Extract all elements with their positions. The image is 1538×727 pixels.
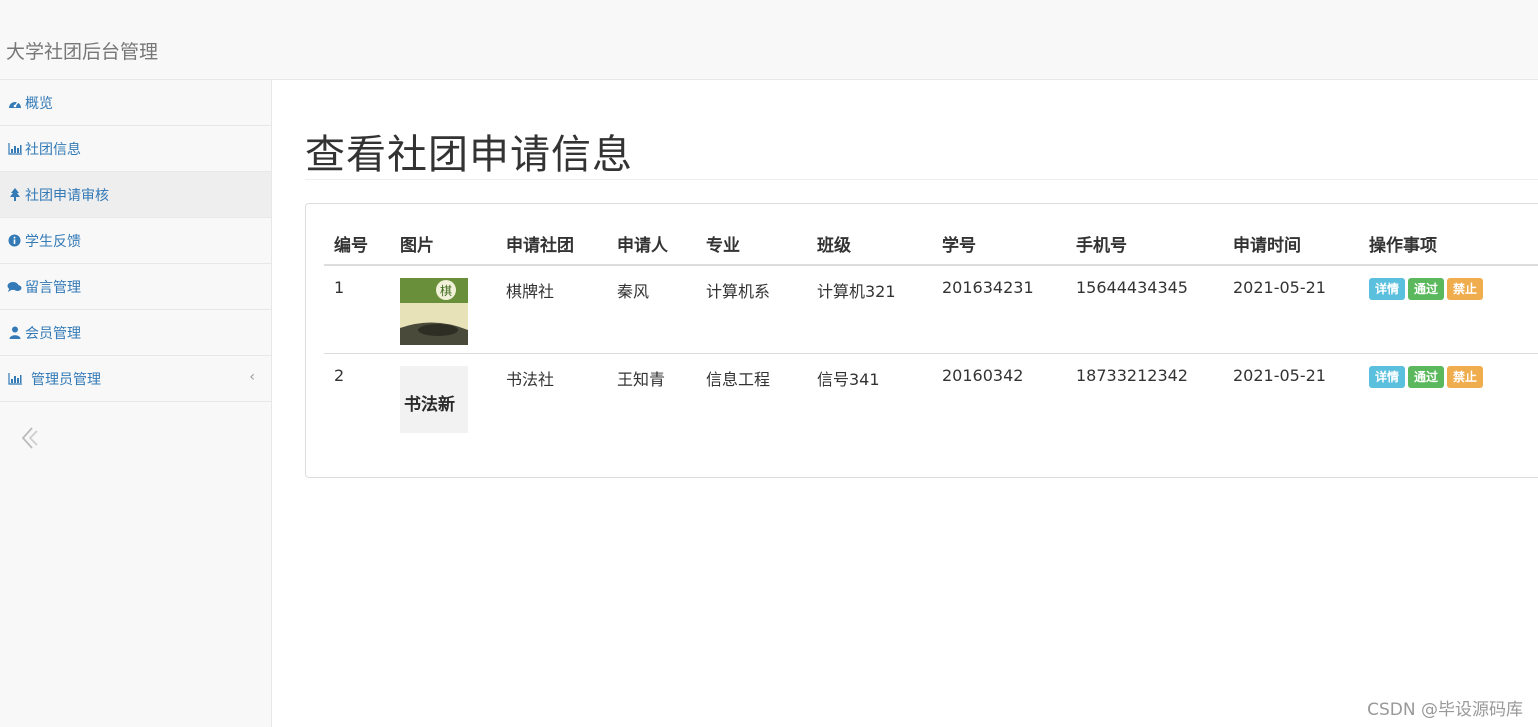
calligraphy-club-thumbnail[interactable]: 书法新 <box>400 366 468 433</box>
cell-class: 信号341 <box>817 370 880 389</box>
cell-phone: 18733212342 <box>1076 366 1188 385</box>
ban-button[interactable]: 禁止 <box>1447 278 1484 300</box>
cell-actions: 详情 通过 禁止 <box>1359 265 1538 354</box>
sidebar-item-member-management[interactable]: 会员管理 <box>0 310 271 356</box>
sidebar-item-label: 社团申请审核 <box>25 187 109 204</box>
cell-date: 2021-05-21 <box>1223 265 1359 354</box>
column-header-student-no: 学号 <box>932 222 1066 266</box>
svg-text:棋: 棋 <box>440 284 452 298</box>
approve-button[interactable]: 通过 <box>1408 278 1445 300</box>
cell-student-no: 20160342 <box>942 366 1024 385</box>
sidebar-item-student-feedback[interactable]: 学生反馈 <box>0 218 271 264</box>
comments-icon <box>7 280 22 294</box>
title-divider <box>305 179 1538 180</box>
table-row: 1 棋 棋牌社 秦风 计算机系 计算机321 201634231 1564443… <box>324 265 1538 354</box>
collapse-sidebar-icon[interactable] <box>18 424 44 452</box>
sidebar-item-club-info[interactable]: 社团信息 <box>0 126 271 172</box>
cell-id: 2 <box>334 366 345 385</box>
app-brand[interactable]: 大学社团后台管理 <box>6 37 158 64</box>
table-row: 2 书法新 书法社 王知青 信息工程 信号341 20160342 187332… <box>324 354 1538 442</box>
cell-student-no: 201634231 <box>932 265 1066 354</box>
cell-image: 书法新 <box>390 354 496 442</box>
column-header-actions: 操作事项 <box>1359 222 1538 266</box>
column-header-applicant: 申请人 <box>607 222 696 266</box>
chess-club-thumbnail[interactable]: 棋 <box>400 278 468 345</box>
applications-table: 编号 图片 申请社团 申请人 专业 班级 学号 手机号 申请时间 操作事项 1 <box>324 222 1538 441</box>
cell-actions: 详情 通过 禁止 <box>1359 354 1538 442</box>
bar-chart-icon <box>7 372 22 386</box>
sidebar-item-label: 概览 <box>25 95 53 112</box>
sidebar-item-overview[interactable]: 概览 <box>0 80 271 126</box>
detail-button[interactable]: 详情 <box>1369 278 1406 300</box>
cell-major: 信息工程 <box>706 370 771 389</box>
detail-button[interactable]: 详情 <box>1369 366 1406 388</box>
sidebar-item-club-application-review[interactable]: 社团申请审核 <box>0 172 271 218</box>
svg-text:书法新: 书法新 <box>404 394 455 415</box>
cell-club: 棋牌社 <box>496 265 607 354</box>
watermark: CSDN @毕设源码库 <box>1367 700 1523 720</box>
dashboard-icon <box>7 96 22 110</box>
cell-applicant: 秦风 <box>607 265 696 354</box>
sidebar-item-label: 留言管理 <box>25 279 81 296</box>
table-header-row: 编号 图片 申请社团 申请人 专业 班级 学号 手机号 申请时间 操作事项 <box>324 222 1538 266</box>
bar-chart-icon <box>7 142 22 156</box>
cell-major: 计算机系 <box>696 265 807 354</box>
tree-icon <box>7 187 22 202</box>
column-header-club: 申请社团 <box>496 222 607 266</box>
sidebar-item-admin-management[interactable]: 管理员管理 ‹ <box>0 356 271 402</box>
cell-phone: 15644434345 <box>1066 265 1223 354</box>
sidebar-item-label: 学生反馈 <box>25 233 81 250</box>
user-icon <box>7 326 22 340</box>
applications-panel: 编号 图片 申请社团 申请人 专业 班级 学号 手机号 申请时间 操作事项 1 <box>305 203 1538 478</box>
cell-id: 1 <box>324 265 390 354</box>
column-header-phone: 手机号 <box>1066 222 1223 266</box>
column-header-image: 图片 <box>390 222 496 266</box>
info-circle-icon <box>7 234 22 248</box>
sidebar-item-label: 社团信息 <box>25 141 81 158</box>
column-header-major: 专业 <box>696 222 807 266</box>
column-header-class: 班级 <box>807 222 932 266</box>
ban-button[interactable]: 禁止 <box>1447 366 1484 388</box>
column-header-date: 申请时间 <box>1223 222 1359 266</box>
column-header-id: 编号 <box>324 222 390 266</box>
sidebar: 概览 社团信息 社团申请审核 学生反馈 留言管理 会员管理 管理员管理 ‹ <box>0 80 272 727</box>
chevron-left-icon[interactable]: ‹ <box>249 369 255 385</box>
sidebar-item-label: 管理员管理 <box>31 371 101 388</box>
cell-club: 书法社 <box>506 370 555 389</box>
cell-date: 2021-05-21 <box>1233 366 1326 385</box>
sidebar-item-label: 会员管理 <box>25 325 81 342</box>
cell-image: 棋 <box>390 265 496 354</box>
top-navbar: 大学社团后台管理 <box>0 0 1538 80</box>
approve-button[interactable]: 通过 <box>1408 366 1445 388</box>
cell-applicant: 王知青 <box>617 370 666 389</box>
sidebar-item-message-management[interactable]: 留言管理 <box>0 264 271 310</box>
page-title: 查看社团申请信息 <box>305 132 633 178</box>
cell-class: 计算机321 <box>807 265 932 354</box>
